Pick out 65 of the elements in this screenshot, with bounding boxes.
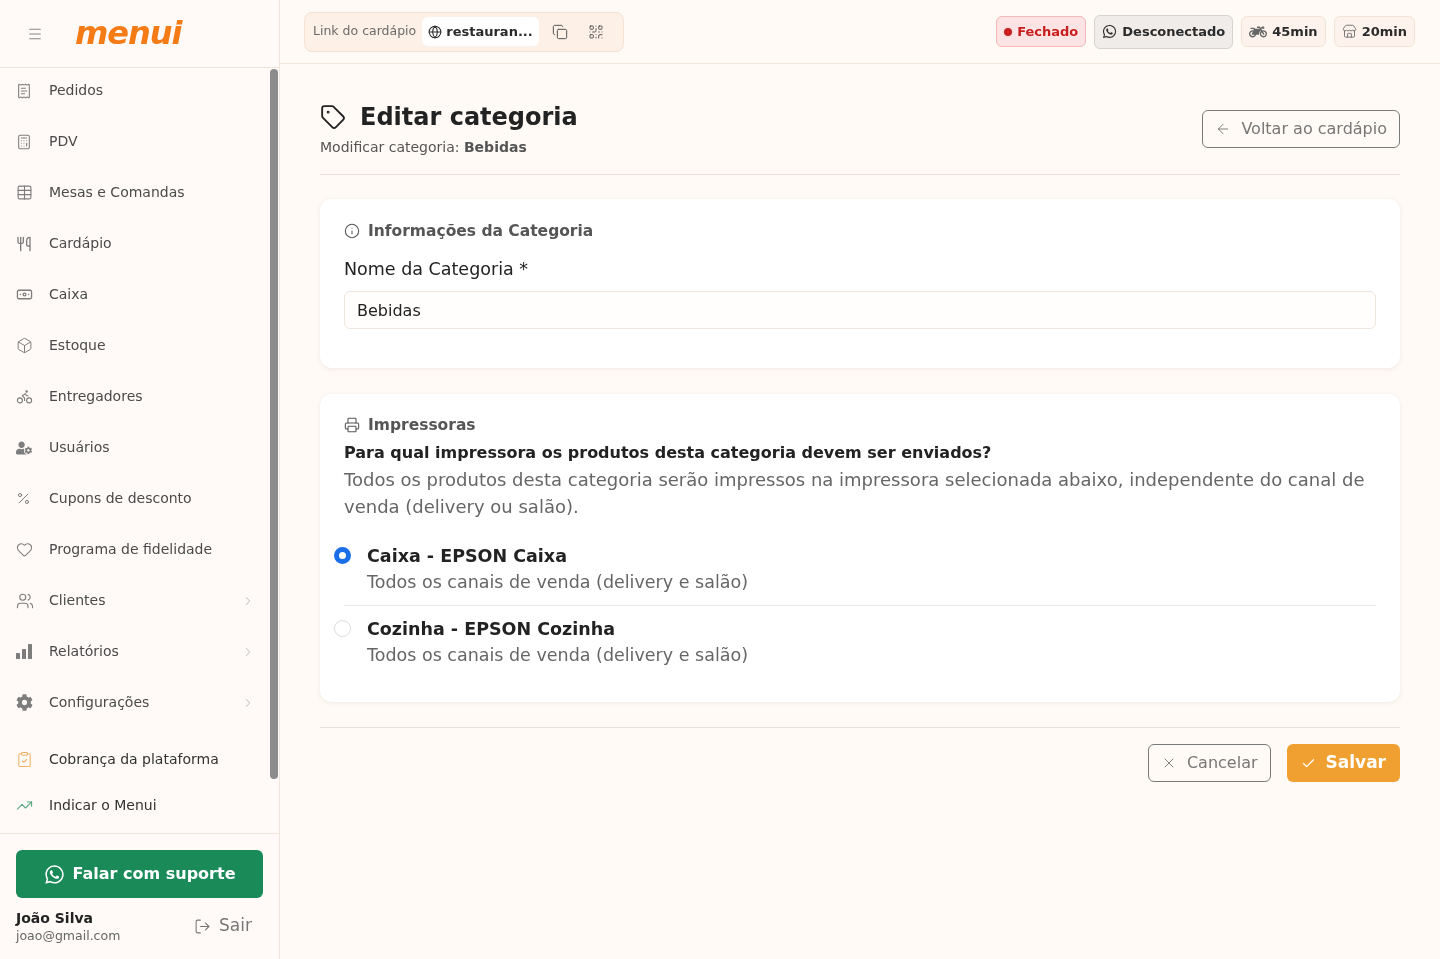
users-icon	[16, 591, 34, 610]
back-to-menu-button[interactable]: Voltar ao cardápio	[1202, 110, 1400, 148]
printer-option-name: Caixa - EPSON Caixa	[367, 545, 568, 568]
user-gear-icon	[16, 439, 32, 456]
logout-button[interactable]: Sair	[194, 913, 263, 939]
whatsapp-icon	[43, 863, 65, 885]
store-icon	[1341, 24, 1357, 39]
sidebar-item[interactable]: Usuários	[0, 422, 270, 473]
heart-icon	[16, 541, 33, 558]
whatsapp-icon	[1102, 24, 1118, 39]
sidebar-item[interactable]: Indicar o Menui	[0, 782, 270, 828]
user-name: João Silva	[16, 909, 95, 928]
sidebar-item[interactable]: Pedidos	[0, 68, 270, 116]
sidebar-item[interactable]: Caixa	[0, 269, 270, 320]
box-icon	[16, 337, 33, 354]
menu-link-field[interactable]: restauran...	[422, 17, 539, 46]
table-grid-icon	[16, 184, 33, 201]
sidebar-item[interactable]: PDV	[0, 116, 270, 167]
field-label: Nome da Categoria *	[344, 258, 529, 281]
whatsapp-status-badge[interactable]: Desconectado	[1094, 14, 1234, 49]
bicycle-icon	[16, 388, 33, 405]
logout-icon	[194, 917, 212, 935]
radio-button[interactable]	[334, 547, 351, 564]
printer-icon	[344, 417, 360, 433]
receipt-icon	[16, 82, 32, 99]
page-title: Editar categoria	[360, 102, 578, 133]
sidebar-item[interactable]: Clientes	[0, 575, 270, 626]
logo: menui	[75, 16, 182, 49]
user-email: joao@gmail.com	[16, 928, 121, 944]
support-button[interactable]: Falar com suporte	[16, 850, 263, 898]
info-icon	[344, 223, 360, 239]
store-status-badge: Fechado	[996, 16, 1087, 47]
menu-link-label: Link do cardápio	[313, 22, 417, 41]
printer-description: Todos os produtos desta categoria serão impressos na impressora selecionada abaixo, independente do canal de venda (delivery ou salão).	[344, 468, 1366, 519]
bar-chart-icon	[16, 644, 32, 659]
percent-icon	[16, 491, 31, 506]
printer-question: Para qual impressora os produtos desta categoria devem ser enviados?	[344, 442, 993, 464]
delivery-time-badge[interactable]: 45min	[1241, 16, 1326, 47]
cancel-button[interactable]: Cancelar	[1147, 744, 1271, 782]
sidebar-item[interactable]: Mesas e Comandas	[0, 167, 270, 218]
copy-icon	[551, 23, 568, 40]
card-title: Impressoras	[368, 415, 476, 436]
clipboard-check-icon	[16, 750, 33, 768]
pickup-time-badge[interactable]: 20min	[1333, 16, 1415, 47]
printer-option-name: Cozinha - EPSON Cozinha	[367, 618, 616, 641]
printer-option-channels: Todos os canais de venda (delivery e salão)	[367, 571, 748, 594]
tag-icon	[320, 104, 346, 130]
settings-icon	[16, 694, 33, 711]
qr-code-icon	[587, 23, 604, 40]
sidebar-item[interactable]: Configurações	[0, 677, 270, 728]
sidebar-item[interactable]: Entregadores	[0, 371, 270, 422]
fork-knife-icon	[16, 235, 32, 252]
sidebar-item[interactable]: Cardápio	[0, 218, 270, 269]
page-subtitle: Modificar categoria: Bebidas	[320, 138, 528, 157]
scrollbar-thumb[interactable]	[270, 69, 278, 779]
sidebar-item[interactable]: Cupons de desconto	[0, 473, 270, 524]
card-title: Informações da Categoria	[368, 221, 594, 242]
globe-icon	[428, 24, 443, 39]
sidebar-item[interactable]: Relatórios	[0, 626, 270, 677]
printer-option-channels: Todos os canais de venda (delivery e salão)	[367, 644, 748, 667]
category-name-field[interactable]: Bebidas	[344, 291, 1376, 329]
sidebar-item[interactable]: Estoque	[0, 320, 270, 371]
calculator-icon	[16, 133, 32, 150]
sidebar-item[interactable]: Programa de fidelidade	[0, 524, 270, 575]
sidebar-item[interactable]: Cobrança da plataforma	[0, 736, 270, 782]
